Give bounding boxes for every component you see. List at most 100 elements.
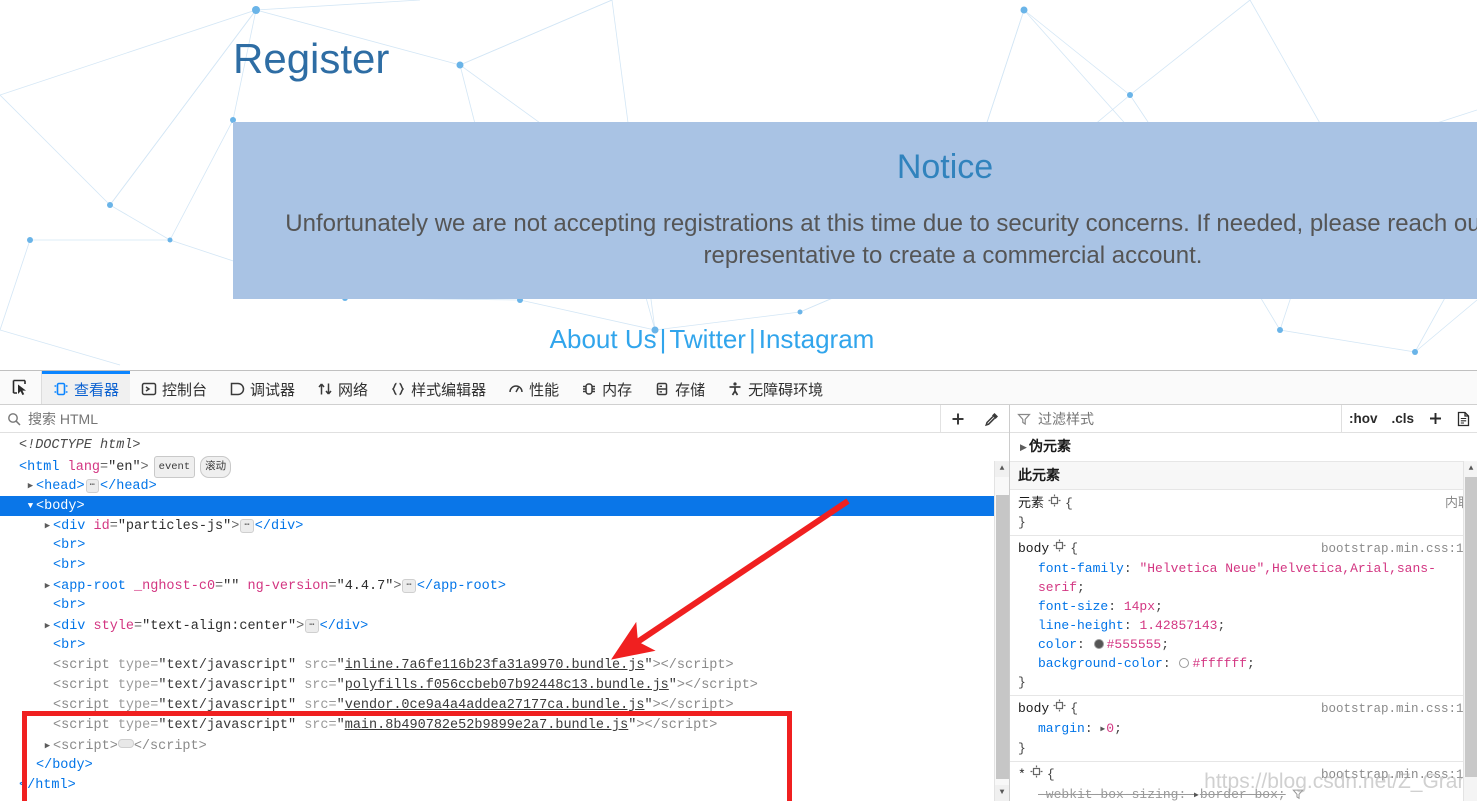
- link-about-us[interactable]: About Us: [550, 324, 657, 354]
- twisty-head[interactable]: [25, 476, 36, 496]
- node-script-inline[interactable]: <script type="text/javascript" src="inli…: [0, 656, 1009, 676]
- rule-close-brace: }: [1018, 515, 1026, 530]
- markup-tree[interactable]: <!DOCTYPE html> <html lang="en"> event 滚动 …: [0, 433, 1009, 801]
- tab-debugger[interactable]: 调试器: [218, 371, 306, 404]
- class-toggle[interactable]: .cls: [1384, 405, 1421, 432]
- eyedropper-button[interactable]: [975, 405, 1009, 432]
- color-swatch[interactable]: [1093, 639, 1104, 649]
- rules-filter-input[interactable]: [1036, 409, 1341, 428]
- node-div-center[interactable]: <div style="text-align:center">⋯</div>: [0, 616, 1009, 636]
- declaration-color[interactable]: color: #555555;: [1018, 635, 1471, 654]
- twisty-script-occluded[interactable]: [42, 736, 53, 756]
- collapsed-children-icon[interactable]: ⋯: [240, 519, 254, 533]
- rule-body-typography[interactable]: body { bootstrap.min.css:11 font-family:…: [1010, 536, 1477, 696]
- rule-source[interactable]: bootstrap.min.css:11: [1313, 540, 1471, 559]
- rule-inline-element[interactable]: 元素 { 内联 }: [1010, 490, 1477, 536]
- node-script-vendor[interactable]: <script type="text/javascript" src="vend…: [0, 696, 1009, 716]
- console-icon: [141, 381, 157, 397]
- tab-style-editor[interactable]: 样式编辑器: [379, 371, 497, 404]
- expand-shorthand-icon[interactable]: [1194, 786, 1199, 801]
- rule-universal-box-sizing[interactable]: * { bootstrap.min.css:11 -webkit-box-siz…: [1010, 762, 1477, 801]
- scroll-up-button[interactable]: ▲: [994, 461, 1009, 477]
- twisty-pseudo[interactable]: [1018, 438, 1029, 457]
- badge-scroll[interactable]: 滚动: [200, 456, 232, 478]
- declaration-margin[interactable]: margin: 0;: [1018, 719, 1471, 739]
- rule-selector[interactable]: 元素: [1018, 494, 1044, 513]
- expand-shorthand-icon[interactable]: [1100, 720, 1105, 739]
- tab-console[interactable]: 控制台: [130, 371, 218, 404]
- node-br-3[interactable]: <br>: [0, 596, 1009, 616]
- collapsed-children-icon[interactable]: ⋯: [85, 479, 100, 493]
- tab-network[interactable]: 网络: [306, 371, 379, 404]
- notice-body-text: Unfortunately we are not accepting regis…: [285, 210, 1477, 270]
- rule-expand-icon[interactable]: [1030, 765, 1043, 778]
- twisty-app-root[interactable]: [42, 576, 53, 596]
- rule-selector[interactable]: *: [1018, 765, 1026, 784]
- rules-toolbar: :hov .cls: [1010, 405, 1477, 433]
- rule-expand-icon[interactable]: [1053, 699, 1066, 712]
- rule-selector[interactable]: body: [1018, 699, 1049, 718]
- add-node-button[interactable]: [941, 405, 975, 432]
- declaration-webkit-box-sizing[interactable]: -webkit-box-sizing: border-box;: [1018, 785, 1471, 801]
- tab-inspector[interactable]: 查看器: [42, 371, 131, 404]
- tab-storage[interactable]: 存储: [643, 371, 716, 404]
- scroll-down-button[interactable]: ▼: [994, 785, 1009, 801]
- twisty-div-center[interactable]: [42, 616, 53, 636]
- network-icon: [317, 381, 333, 397]
- tab-memory[interactable]: 内存: [570, 371, 643, 404]
- filter-icon[interactable]: [1291, 787, 1304, 801]
- declaration-line-height[interactable]: line-height: 1.42857143;: [1018, 616, 1471, 635]
- node-doctype[interactable]: <!DOCTYPE html>: [0, 436, 1009, 456]
- node-br-2[interactable]: <br>: [0, 556, 1009, 576]
- pseudo-elements-section[interactable]: 伪元素: [1010, 433, 1477, 462]
- rules-list[interactable]: 伪元素 此元素 元素 {: [1010, 433, 1477, 801]
- new-style-rule-button[interactable]: [1449, 405, 1477, 432]
- search-icon: [7, 412, 21, 426]
- tab-performance[interactable]: 性能: [497, 371, 570, 404]
- document-icon: [1457, 411, 1469, 426]
- tab-memory-label: 内存: [602, 381, 633, 399]
- collapsed-children-icon[interactable]: ⋯: [305, 619, 319, 633]
- markup-scrollbar-thumb[interactable]: [995, 495, 1009, 779]
- pseudo-class-toggle[interactable]: :hov: [1340, 405, 1385, 432]
- rule-body-margin[interactable]: body { bootstrap.min.css:11 margin: 0;: [1010, 696, 1477, 762]
- element-picker-button[interactable]: [0, 371, 42, 404]
- node-div-particles[interactable]: <div id="particles-js">⋯</div>: [0, 516, 1009, 536]
- markup-scrollbar-track[interactable]: [995, 477, 1010, 785]
- twisty-body[interactable]: [25, 496, 36, 516]
- color-swatch[interactable]: [1179, 658, 1190, 668]
- badge-event[interactable]: event: [153, 456, 196, 478]
- markup-search-bar: [0, 405, 1009, 433]
- markup-scrollbar[interactable]: ▲ ▼: [994, 461, 1009, 801]
- node-br-1[interactable]: <br>: [0, 536, 1009, 556]
- link-twitter[interactable]: Twitter: [669, 324, 746, 354]
- rules-scroll-up-button[interactable]: ▲: [1464, 461, 1477, 476]
- rule-source[interactable]: bootstrap.min.css:11: [1313, 766, 1471, 785]
- declaration-font-family[interactable]: font-family: "Helvetica Neue",Helvetica,…: [1018, 559, 1471, 597]
- rule-expand-icon[interactable]: [1048, 494, 1061, 507]
- tab-accessibility[interactable]: 无障碍环境: [716, 371, 834, 404]
- rule-selector[interactable]: body: [1018, 539, 1049, 558]
- devtools-tab-list: 查看器 控制台 调试器 网络 样式编辑器 性能 内存 存储 无障碍环境: [42, 371, 834, 404]
- markup-search-input[interactable]: [26, 409, 940, 428]
- rules-scrollbar-thumb[interactable]: [1465, 477, 1477, 777]
- node-app-root[interactable]: <app-root _nghost-c0="" ng-version="4.4.…: [0, 576, 1009, 596]
- node-script-polyfills[interactable]: <script type="text/javascript" src="poly…: [0, 676, 1009, 696]
- node-br-4[interactable]: <br>: [0, 636, 1009, 656]
- node-html[interactable]: <html lang="en"> event 滚动: [0, 456, 1009, 478]
- node-head[interactable]: <head>⋯</head>: [0, 476, 1009, 496]
- collapsed-children-icon[interactable]: ⋯: [402, 579, 416, 593]
- twisty-div-particles[interactable]: [42, 516, 53, 536]
- add-rule-button[interactable]: [1421, 405, 1449, 432]
- rule-source[interactable]: bootstrap.min.css:11: [1313, 700, 1471, 719]
- node-script-inline-occluded[interactable]: <script></script>: [0, 736, 1009, 756]
- node-body-selected[interactable]: <body>: [0, 496, 1009, 516]
- rule-expand-icon[interactable]: [1053, 539, 1066, 552]
- link-instagram[interactable]: Instagram: [759, 324, 875, 354]
- collapsed-children-icon[interactable]: [117, 739, 134, 748]
- declaration-font-size[interactable]: font-size: 14px;: [1018, 597, 1471, 616]
- declaration-background-color[interactable]: background-color: #ffffff;: [1018, 654, 1471, 673]
- rules-scrollbar[interactable]: ▲: [1463, 461, 1477, 801]
- node-html-close: </html>: [19, 778, 76, 793]
- node-script-main[interactable]: <script type="text/javascript" src="main…: [0, 716, 1009, 736]
